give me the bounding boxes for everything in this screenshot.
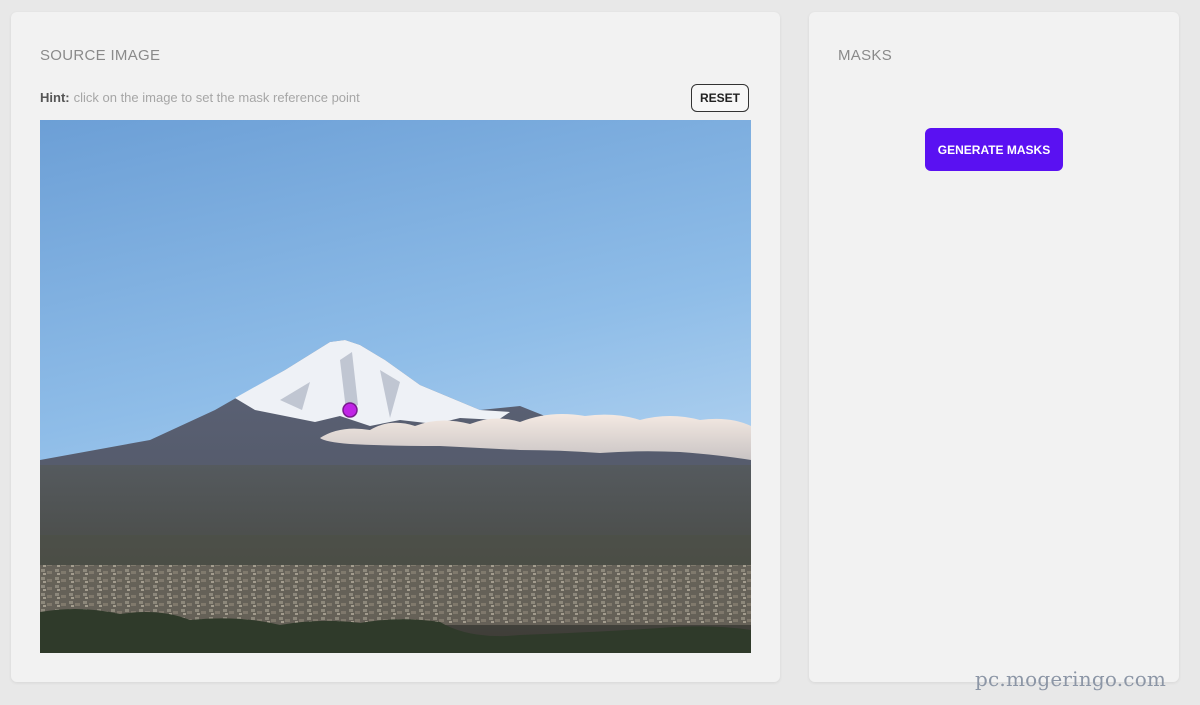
masks-panel-title: MASKS [838,47,893,64]
generate-masks-button[interactable]: GENERATE MASKS [925,128,1063,171]
watermark: pc.mogeringo.com [975,667,1167,691]
hint-label: Hint: [40,90,70,105]
reset-button[interactable]: RESET [691,84,749,112]
source-panel-title: SOURCE IMAGE [40,47,161,64]
hint-text: Hint: click on the image to set the mask … [40,90,360,105]
reference-point-marker[interactable] [342,402,358,418]
source-image-panel: SOURCE IMAGE Hint: click on the image to … [11,12,780,682]
source-image[interactable] [40,120,751,653]
hint-message: click on the image to set the mask refer… [73,90,360,105]
masks-panel: MASKS GENERATE MASKS [809,12,1179,682]
